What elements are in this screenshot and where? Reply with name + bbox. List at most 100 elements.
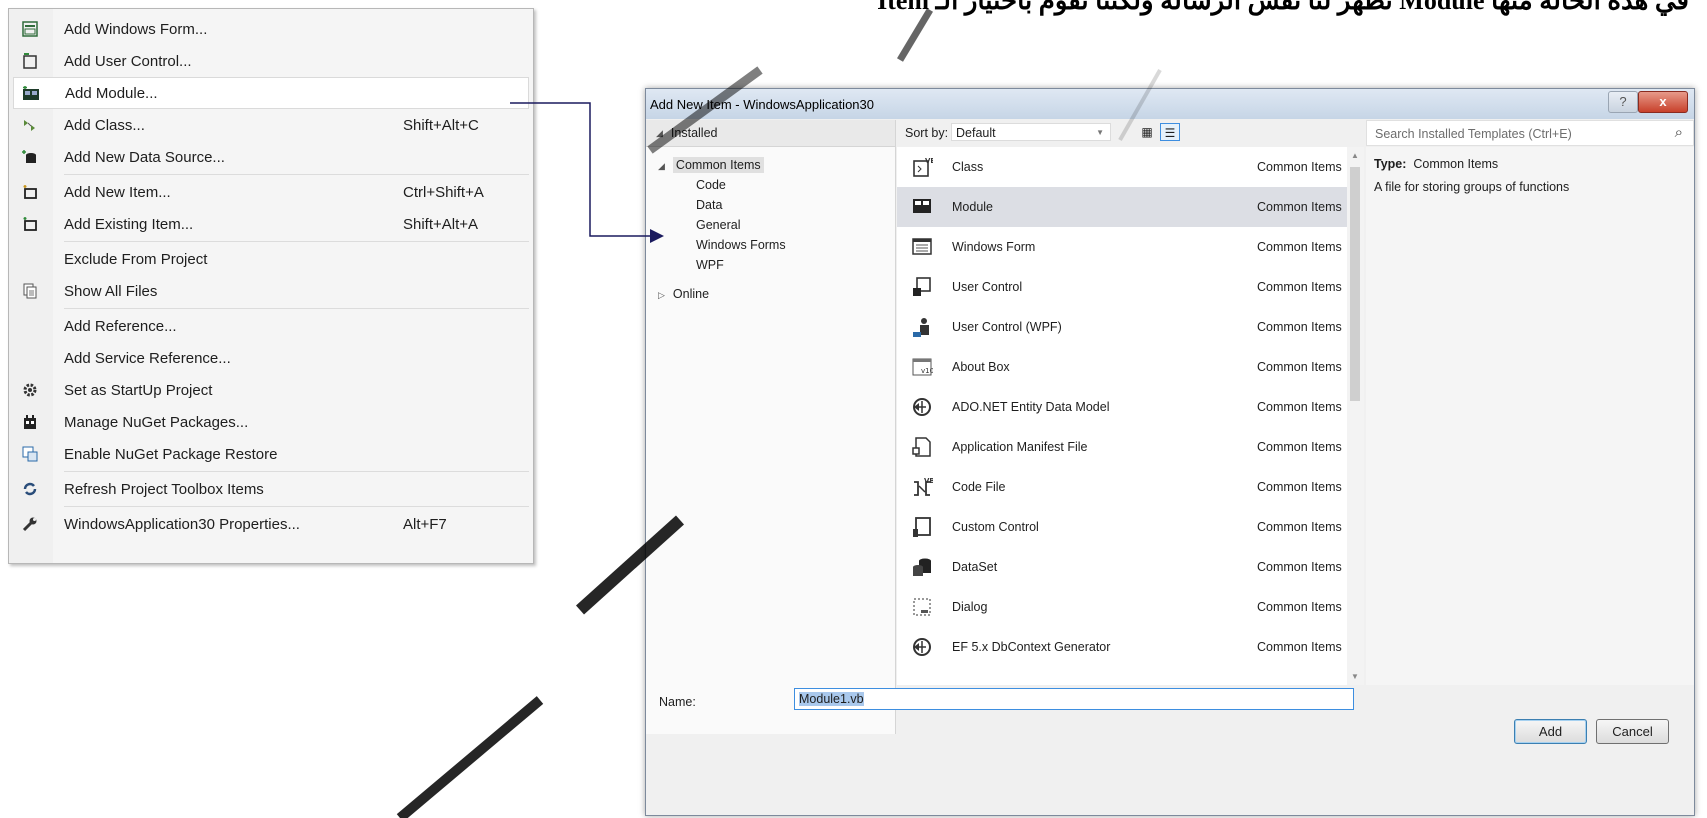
about-box-template-icon: v10 bbox=[911, 356, 933, 378]
menu-item-refresh-toolbox[interactable]: Refresh Project Toolbox Items bbox=[9, 473, 533, 505]
menu-item-add-new-data-source[interactable]: Add New Data Source... bbox=[9, 141, 533, 173]
menu-item-exclude-from-project[interactable]: Exclude From Project bbox=[9, 243, 533, 275]
menu-separator bbox=[64, 471, 529, 472]
template-name: Class bbox=[952, 160, 984, 174]
help-button[interactable]: ? bbox=[1608, 91, 1638, 113]
template-name: EF 5.x DbContext Generator bbox=[952, 640, 1111, 654]
template-name: About Box bbox=[952, 360, 1010, 374]
page-heading: Item تظهر لنا نفس الرسالة ولكننا نقوم با… bbox=[877, 0, 1689, 15]
template-name: Module bbox=[952, 200, 993, 214]
installed-header[interactable]: ◢ Installed bbox=[646, 120, 895, 147]
list-view-icon[interactable]: ☰ bbox=[1160, 123, 1180, 141]
add-new-item-dialog: Add New Item - WindowsApplication30 ? x … bbox=[645, 88, 1695, 816]
gear-icon bbox=[21, 381, 39, 399]
tree-item-data[interactable]: Data bbox=[696, 198, 722, 212]
menu-separator bbox=[64, 308, 529, 309]
menu-item-enable-nuget-restore[interactable]: Enable NuGet Package Restore bbox=[9, 438, 533, 470]
menu-item-add-existing-item[interactable]: Add Existing Item... Shift+Alt+A bbox=[9, 208, 533, 240]
dataset-template-icon bbox=[911, 556, 933, 578]
scrollbar-thumb[interactable] bbox=[1350, 167, 1360, 401]
dialog-title: Add New Item - WindowsApplication30 bbox=[650, 97, 874, 112]
menu-item-add-service-reference[interactable]: Add Service Reference... bbox=[9, 342, 533, 374]
ef-generator-template-icon bbox=[911, 636, 933, 658]
type-info: Type: Common Items bbox=[1374, 157, 1499, 171]
chevron-down-icon: ▼ bbox=[1096, 128, 1104, 137]
name-input[interactable]: Module1.vb bbox=[794, 688, 1354, 710]
windows-form-template-icon bbox=[911, 236, 933, 258]
template-category: Common Items bbox=[1257, 200, 1342, 214]
tree-item-wpf[interactable]: WPF bbox=[696, 258, 724, 272]
show-files-icon bbox=[21, 282, 39, 300]
form-icon bbox=[21, 20, 39, 38]
sort-dropdown[interactable]: Default ▼ bbox=[951, 123, 1111, 141]
template-name: Custom Control bbox=[952, 520, 1039, 534]
dialog-titlebar: Add New Item - WindowsApplication30 ? x bbox=[646, 89, 1694, 119]
template-row-ado-net-entity-data-model[interactable]: ADO.NET Entity Data Model Common Items bbox=[897, 387, 1347, 427]
sort-toolbar: Sort by: Default ▼ ▦ ☰ bbox=[897, 120, 1347, 146]
template-category: Common Items bbox=[1257, 440, 1342, 454]
template-row-dialog[interactable]: Dialog Common Items bbox=[897, 587, 1347, 627]
tree-item-common-items[interactable]: ◢ Common Items bbox=[658, 157, 764, 173]
template-row-ef-5-x-dbcontext-generator[interactable]: EF 5.x DbContext Generator Common Items bbox=[897, 627, 1347, 667]
close-button[interactable]: x bbox=[1638, 91, 1688, 113]
svg-text:v10: v10 bbox=[921, 367, 933, 375]
tree-item-windows-forms[interactable]: Windows Forms bbox=[696, 238, 786, 252]
template-row-windows-form[interactable]: Windows Form Common Items bbox=[897, 227, 1347, 267]
template-name: User Control (WPF) bbox=[952, 320, 1062, 334]
menu-separator bbox=[64, 241, 529, 242]
template-category: Common Items bbox=[1257, 640, 1342, 654]
menu-item-add-new-item[interactable]: Add New Item... Ctrl+Shift+A bbox=[9, 176, 533, 208]
refresh-icon bbox=[21, 480, 39, 498]
menu-item-manage-nuget[interactable]: Manage NuGet Packages... bbox=[9, 406, 533, 438]
template-category: Common Items bbox=[1257, 560, 1342, 574]
new-item-icon bbox=[21, 183, 39, 201]
template-row-user-control-wpf[interactable]: User Control (WPF) Common Items bbox=[897, 307, 1347, 347]
datasource-icon bbox=[21, 148, 39, 166]
cancel-button[interactable]: Cancel bbox=[1596, 719, 1669, 744]
template-name: Dialog bbox=[952, 600, 988, 614]
menu-item-set-startup-project[interactable]: Set as StartUp Project bbox=[9, 374, 533, 406]
template-row-about-box[interactable]: v10 About Box Common Items bbox=[897, 347, 1347, 387]
medium-icons-view-icon[interactable]: ▦ bbox=[1137, 123, 1157, 141]
template-row-module[interactable]: Module Common Items bbox=[897, 187, 1347, 227]
menu-item-add-class[interactable]: Add Class... Shift+Alt+C bbox=[9, 109, 533, 141]
search-input[interactable]: Search Installed Templates (Ctrl+E) ⌕ bbox=[1366, 120, 1694, 146]
template-name: DataSet bbox=[952, 560, 998, 574]
tree-item-code[interactable]: Code bbox=[696, 178, 726, 192]
search-icon[interactable]: ⌕ bbox=[1675, 124, 1683, 141]
name-row: Name: Module1.vb bbox=[646, 687, 1694, 717]
scroll-up-icon[interactable]: ▲ bbox=[1351, 151, 1359, 160]
template-row-code-file[interactable]: VB Code File Common Items bbox=[897, 467, 1347, 507]
details-pane: Type: Common Items A file for storing gr… bbox=[1366, 147, 1694, 685]
add-button[interactable]: Add bbox=[1514, 719, 1587, 744]
template-list-scrollbar[interactable]: ▲ ▼ bbox=[1347, 147, 1364, 685]
module-icon bbox=[22, 84, 40, 102]
template-row-class[interactable]: VB Class Common Items bbox=[897, 147, 1347, 187]
menu-item-add-windows-form[interactable]: Add Windows Form... bbox=[9, 13, 533, 45]
menu-item-add-reference[interactable]: Add Reference... bbox=[9, 310, 533, 342]
template-category: Common Items bbox=[1257, 400, 1342, 414]
template-row-application-manifest-file[interactable]: Application Manifest File Common Items bbox=[897, 427, 1347, 467]
menu-item-show-all-files[interactable]: Show All Files bbox=[9, 275, 533, 307]
menu-item-properties[interactable]: WindowsApplication30 Properties... Alt+F… bbox=[9, 508, 533, 540]
template-row-custom-control[interactable]: Custom Control Common Items bbox=[897, 507, 1347, 547]
template-row-dataset[interactable]: DataSet Common Items bbox=[897, 547, 1347, 587]
tree-item-online[interactable]: ▷ Online bbox=[658, 287, 709, 301]
template-name: User Control bbox=[952, 280, 1023, 294]
tree-item-general[interactable]: General bbox=[696, 218, 740, 232]
template-row-user-control[interactable]: User Control Common Items bbox=[897, 267, 1347, 307]
scroll-down-icon[interactable]: ▼ bbox=[1351, 672, 1359, 681]
nuget-icon bbox=[21, 413, 39, 431]
entity-model-template-icon bbox=[911, 396, 933, 418]
menu-item-add-user-control[interactable]: Add User Control... bbox=[9, 45, 533, 77]
template-category: Common Items bbox=[1257, 480, 1342, 494]
menu-item-add-module[interactable]: Add Module... bbox=[13, 77, 529, 109]
template-name: Windows Form bbox=[952, 240, 1036, 254]
template-category: Common Items bbox=[1257, 600, 1342, 614]
template-name: Code File bbox=[952, 480, 1006, 494]
template-category: Common Items bbox=[1257, 520, 1342, 534]
class-template-icon: VB bbox=[911, 156, 933, 178]
manifest-template-icon bbox=[911, 436, 933, 458]
wpf-user-control-template-icon bbox=[911, 316, 933, 338]
class-icon bbox=[21, 116, 39, 134]
